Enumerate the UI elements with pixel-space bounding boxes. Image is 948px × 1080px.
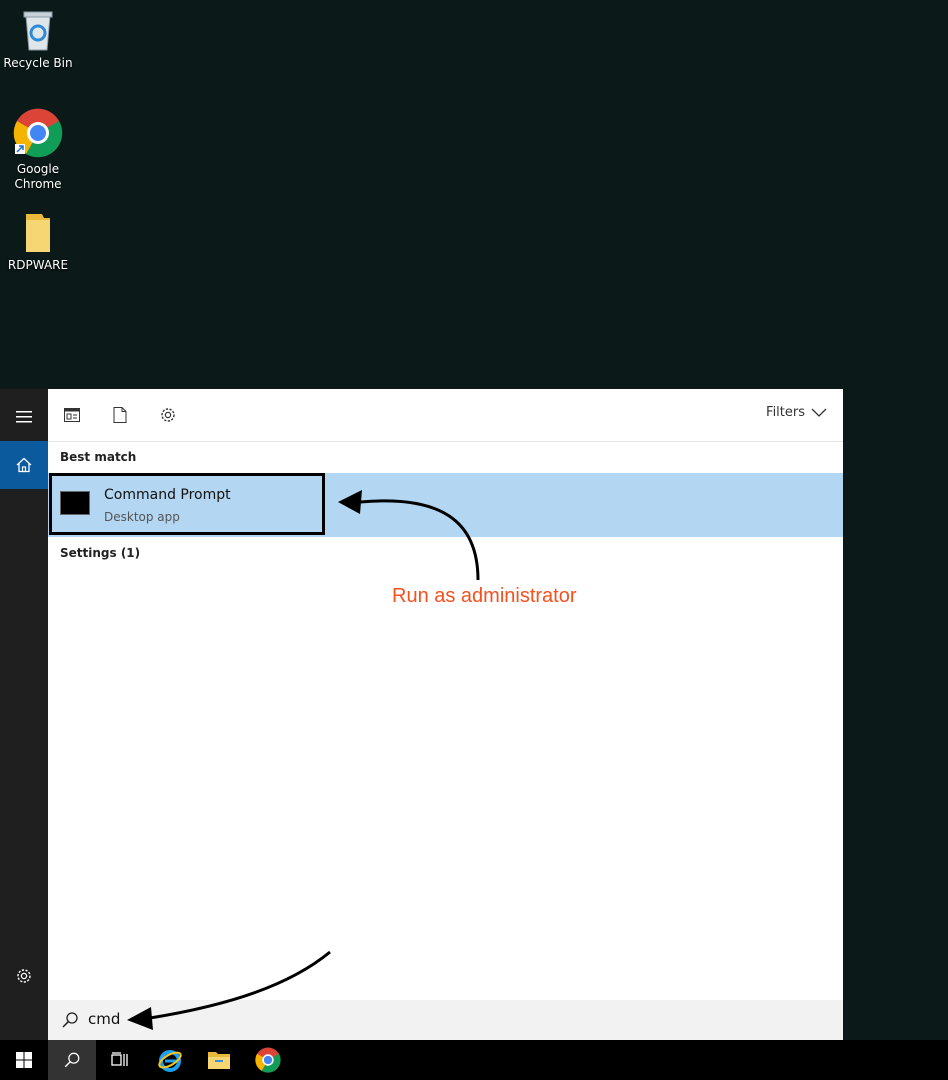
- file-explorer-button[interactable]: [195, 1040, 243, 1080]
- filters-label: Filters: [766, 405, 805, 420]
- desktop-icon-rdpware[interactable]: RDPWARE: [0, 212, 76, 273]
- search-icon: [64, 1052, 80, 1068]
- result-subtitle: Desktop app: [104, 510, 180, 524]
- search-panel: Filters Best match Command Prompt Deskto…: [48, 389, 843, 1040]
- chevron-down-icon: [811, 408, 827, 417]
- desktop-icon-google-chrome[interactable]: Google Chrome: [0, 108, 76, 192]
- apps-icon: [64, 408, 80, 422]
- internet-explorer-button[interactable]: [146, 1040, 194, 1080]
- search-input[interactable]: [88, 1010, 688, 1028]
- highlight-annotation-box: [49, 473, 325, 535]
- taskbar: [0, 1040, 948, 1080]
- desktop-icon-label: RDPWARE: [7, 258, 69, 272]
- search-icon: [62, 1012, 78, 1028]
- best-match-result[interactable]: Command Prompt Desktop app: [48, 473, 843, 537]
- filters-dropdown[interactable]: Filters: [766, 405, 827, 420]
- gear-icon: [17, 969, 31, 983]
- documents-filter-button[interactable]: [108, 403, 132, 427]
- start-button[interactable]: [0, 1040, 48, 1080]
- internet-explorer-icon: [158, 1050, 182, 1072]
- home-button[interactable]: [0, 441, 48, 489]
- hamburger-icon: [16, 411, 32, 423]
- folder-icon: [26, 214, 50, 252]
- taskbar-search-button[interactable]: [48, 1040, 96, 1080]
- gear-icon: [161, 408, 175, 422]
- windows-logo-icon: [16, 1052, 32, 1068]
- start-menu-rail: [0, 389, 48, 1040]
- hamburger-menu-button[interactable]: [0, 393, 48, 441]
- desktop-icon-recycle-bin[interactable]: Recycle Bin: [0, 8, 76, 71]
- recycle-bin-icon: [23, 11, 53, 51]
- annotation-text: Run as administrator: [392, 585, 577, 607]
- best-match-heading: Best match: [60, 450, 137, 464]
- chrome-icon: [255, 1047, 281, 1073]
- search-toolbar: Filters: [48, 389, 843, 442]
- chrome-taskbar-button[interactable]: [244, 1040, 292, 1080]
- command-prompt-icon: [60, 491, 90, 515]
- desktop-icon-label: Recycle Bin: [3, 56, 73, 70]
- task-view-button[interactable]: [96, 1040, 144, 1080]
- desktop-icon-label: Google Chrome: [14, 162, 62, 191]
- apps-filter-button[interactable]: [60, 403, 84, 427]
- search-box[interactable]: [48, 1000, 843, 1040]
- folder-icon: [208, 1052, 230, 1069]
- chrome-icon: [13, 108, 63, 158]
- settings-button[interactable]: [0, 952, 48, 1000]
- document-icon: [113, 407, 127, 423]
- settings-filter-button[interactable]: [156, 403, 180, 427]
- result-title: Command Prompt: [104, 487, 231, 503]
- settings-results-heading[interactable]: Settings (1): [60, 546, 140, 560]
- home-icon: [16, 457, 32, 473]
- task-view-icon: [111, 1052, 128, 1066]
